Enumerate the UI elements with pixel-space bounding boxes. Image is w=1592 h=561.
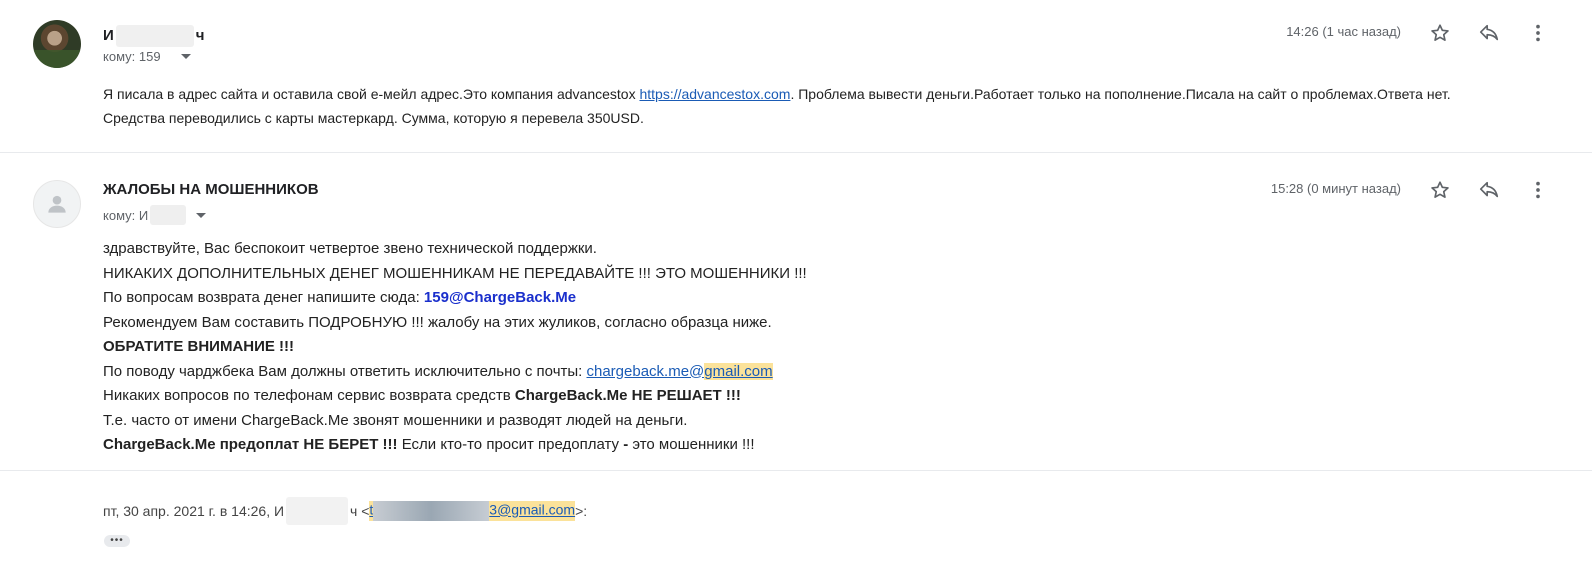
redacted-name xyxy=(115,25,194,47)
more-vert-icon[interactable] xyxy=(1526,178,1550,202)
default-avatar[interactable] xyxy=(33,180,81,228)
body-text: это мошенники !!! xyxy=(628,436,755,453)
reply-icon[interactable] xyxy=(1477,178,1501,202)
star-icon[interactable] xyxy=(1428,178,1452,202)
body-line: По поводу чарджбека Вам должны ответить … xyxy=(103,360,1503,385)
message-divider xyxy=(0,152,1592,153)
chargeback-email-link[interactable]: chargeback.me@gmail.com xyxy=(586,362,773,380)
quote-suffix: >: xyxy=(575,503,588,519)
body-text-bold: ChargeBack.Me предоплат НЕ БЕРЕТ !!! xyxy=(103,436,398,453)
recipient-prefix: кому: xyxy=(103,207,136,223)
body-line: Рекомендуем Вам составить ПОДРОБНУЮ !!! … xyxy=(103,313,772,331)
body-text: По поводу чарджбека Вам должны ответить … xyxy=(103,362,587,380)
body-text-bold: ChargeBack.Me НЕ РЕШАЕТ !!! xyxy=(514,387,741,404)
chevron-down-icon[interactable] xyxy=(196,212,207,218)
body-line: По вопросам возврата денег напишите сюда… xyxy=(103,286,1503,311)
body-line-bold: ОБРАТИТЕ ВНИМАНИЕ !!! xyxy=(103,338,295,355)
redacted-name xyxy=(150,205,187,225)
body-text: Никаких вопросов по телефонам сервис воз… xyxy=(103,387,515,404)
message-time: 14:26 (1 час назад) xyxy=(1286,24,1401,39)
email-local-part: chargeback.me@ xyxy=(586,362,705,380)
show-trimmed-content-button[interactable]: ••• xyxy=(104,535,130,547)
message-body: здравствуйте, Вас беспокоит четвертое зв… xyxy=(103,237,1503,458)
body-line: здравствуйте, Вас беспокоит четвертое зв… xyxy=(103,240,597,257)
redacted-name xyxy=(286,497,349,525)
quote-divider xyxy=(0,470,1592,471)
star-icon[interactable] xyxy=(1428,21,1452,45)
recipient-line: кому: И xyxy=(103,205,207,225)
contact-email[interactable]: 159@ChargeBack.Me xyxy=(424,289,576,306)
quoted-email-link[interactable]: t 3@gmail.com xyxy=(369,501,576,521)
message-body: Я писала в адрес сайта и оставила свой е… xyxy=(103,82,1453,130)
body-line: Т.е. часто от имени ChargeBack.Me звонят… xyxy=(103,411,688,429)
sender-avatar[interactable] xyxy=(33,20,81,68)
recipient-line: кому: 159 xyxy=(103,49,191,64)
message-time: 15:28 (0 минут назад) xyxy=(1270,181,1401,196)
website-link[interactable]: https://advancestox.com xyxy=(639,86,790,102)
sender-name[interactable]: ЖАЛОБЫ НА МОШЕННИКОВ xyxy=(103,181,319,198)
recipient: И xyxy=(138,207,149,223)
quoted-header: пт, 30 апр. 2021 г. в 14:26, И ч < t 3@gmai… xyxy=(103,497,587,525)
email-end: 3@gmail.com xyxy=(489,501,576,518)
recipient: 159 xyxy=(138,49,161,64)
body-text: Я писала в адрес сайта и оставила свой е… xyxy=(103,86,640,102)
sender-name[interactable]: Ич xyxy=(103,25,205,47)
reply-icon[interactable] xyxy=(1477,21,1501,45)
chevron-down-icon[interactable] xyxy=(180,54,191,59)
body-text: По вопросам возврата денег напишите сюда… xyxy=(103,289,424,306)
body-text: Если кто-то просит предоплату xyxy=(397,436,624,453)
redacted-email xyxy=(373,501,490,521)
quote-mid: ч < xyxy=(350,503,370,519)
body-line: ChargeBack.Me предоплат НЕ БЕРЕТ !!! Есл… xyxy=(103,433,1503,458)
sender-name-start: И xyxy=(103,26,114,44)
body-line: НИКАКИХ ДОПОЛНИТЕЛЬНЫХ ДЕНЕГ МОШЕННИКАМ … xyxy=(103,264,807,282)
body-line: Никаких вопросов по телефонам сервис воз… xyxy=(103,384,1503,409)
more-vert-icon[interactable] xyxy=(1526,21,1550,45)
person-icon xyxy=(48,195,66,213)
sender-name-end: ч xyxy=(195,26,205,44)
recipient-prefix: кому: xyxy=(103,49,136,64)
quote-prefix: пт, 30 апр. 2021 г. в 14:26, И xyxy=(103,503,285,519)
email-domain-highlight: gmail.com xyxy=(704,362,773,380)
